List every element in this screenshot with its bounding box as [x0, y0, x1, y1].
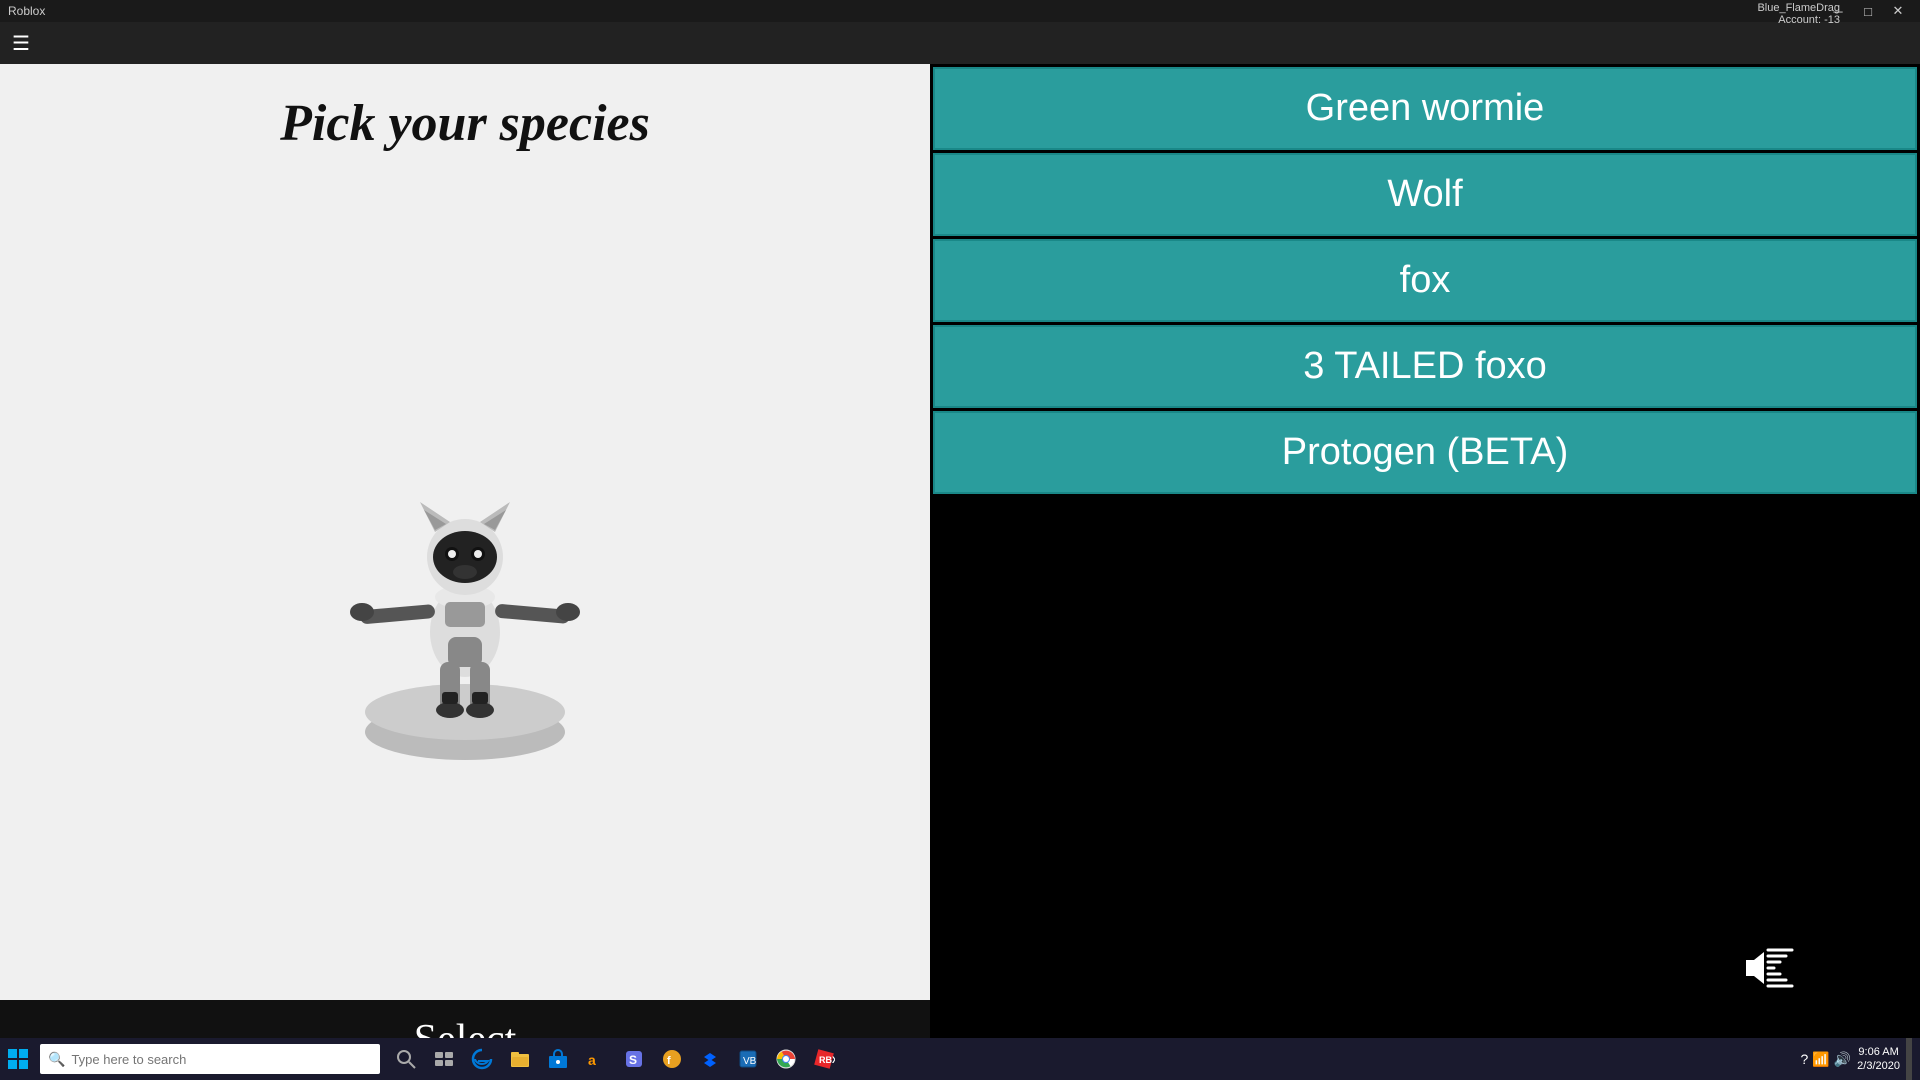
- taskbar-roblox-icon[interactable]: RBX: [806, 1038, 842, 1080]
- game-viewport: Pick your species: [0, 64, 930, 1080]
- clock-time: 9:06 AM: [1857, 1045, 1900, 1059]
- search-input[interactable]: [71, 1052, 372, 1067]
- svg-text:a: a: [588, 1052, 596, 1068]
- title-bar: Roblox Blue_FlameDrag Account: -13 ─ □ ✕: [0, 0, 1920, 22]
- species-item-3-tailed-foxo[interactable]: 3 TAILED foxo: [933, 325, 1917, 408]
- taskbar: 🔍: [0, 1038, 1920, 1080]
- species-item-protogen-beta[interactable]: Protogen (BETA): [933, 411, 1917, 494]
- taskbar-task-view-icon[interactable]: [426, 1038, 462, 1080]
- taskbar-virtualbox-icon[interactable]: VB: [730, 1038, 766, 1080]
- app-title: Roblox: [8, 4, 45, 18]
- search-icon: 🔍: [48, 1051, 65, 1068]
- species-list: Green wormie Wolf fox 3 TAILED foxo Prot…: [930, 64, 1920, 497]
- game-area: Pick your species: [0, 64, 1920, 1080]
- taskbar-chrome-icon[interactable]: [768, 1038, 804, 1080]
- taskbar-clock[interactable]: 9:06 AM 2/3/2020: [1857, 1045, 1900, 1074]
- wifi-icon[interactable]: 📶: [1812, 1051, 1829, 1068]
- species-item-fox[interactable]: fox: [933, 239, 1917, 322]
- taskbar-dropbox-icon[interactable]: [692, 1038, 728, 1080]
- menu-icon[interactable]: ☰: [12, 31, 30, 56]
- taskbar-app-icons: a S f VB: [388, 1038, 842, 1080]
- account-info: Blue_FlameDrag Account: -13: [1757, 2, 1840, 26]
- clock-date: 2/3/2020: [1857, 1059, 1900, 1073]
- volume-icon[interactable]: [1740, 946, 1800, 990]
- maximize-button[interactable]: □: [1854, 2, 1882, 20]
- character-model: [340, 392, 590, 762]
- start-button[interactable]: [0, 1038, 36, 1080]
- svg-text:f: f: [667, 1055, 671, 1067]
- species-item-wolf[interactable]: Wolf: [933, 153, 1917, 236]
- svg-text:RBX: RBX: [819, 1055, 835, 1065]
- taskbar-edge-icon[interactable]: [464, 1038, 500, 1080]
- question-icon: ?: [1801, 1051, 1809, 1067]
- search-bar[interactable]: 🔍: [40, 1044, 380, 1074]
- account-name: Blue_FlameDrag: [1757, 2, 1840, 14]
- game-right-panel: Green wormie Wolf fox 3 TAILED foxo Prot…: [930, 64, 1920, 1080]
- speaker-icon[interactable]: 🔊: [1834, 1051, 1851, 1068]
- show-desktop-button[interactable]: [1906, 1038, 1912, 1080]
- taskbar-explorer-icon[interactable]: [502, 1038, 538, 1080]
- game-title: Pick your species: [0, 64, 930, 173]
- character-display: [0, 173, 930, 1000]
- system-icons: ? 📶 🔊: [1801, 1051, 1852, 1068]
- close-button[interactable]: ✕: [1884, 2, 1912, 20]
- taskbar-flux-icon[interactable]: f: [654, 1038, 690, 1080]
- svg-text:VB: VB: [743, 1056, 757, 1067]
- windows-logo-icon: [8, 1049, 28, 1069]
- account-balance: Account: -13: [1757, 14, 1840, 26]
- taskbar-amazon-icon[interactable]: a: [578, 1038, 614, 1080]
- svg-text:S: S: [629, 1053, 637, 1067]
- volume-svg: [1740, 946, 1800, 990]
- species-item-green-wormie[interactable]: Green wormie: [933, 67, 1917, 150]
- taskbar-stripe-icon[interactable]: S: [616, 1038, 652, 1080]
- app-container: ☰ Pick your species: [0, 22, 1920, 1080]
- roblox-toolbar: ☰: [0, 22, 1920, 64]
- taskbar-system-tray: ? 📶 🔊 9:06 AM 2/3/2020: [1801, 1038, 1920, 1080]
- taskbar-store-icon[interactable]: [540, 1038, 576, 1080]
- taskbar-search-icon[interactable]: [388, 1038, 424, 1080]
- species-panel: Green wormie Wolf fox 3 TAILED foxo Prot…: [930, 64, 1920, 497]
